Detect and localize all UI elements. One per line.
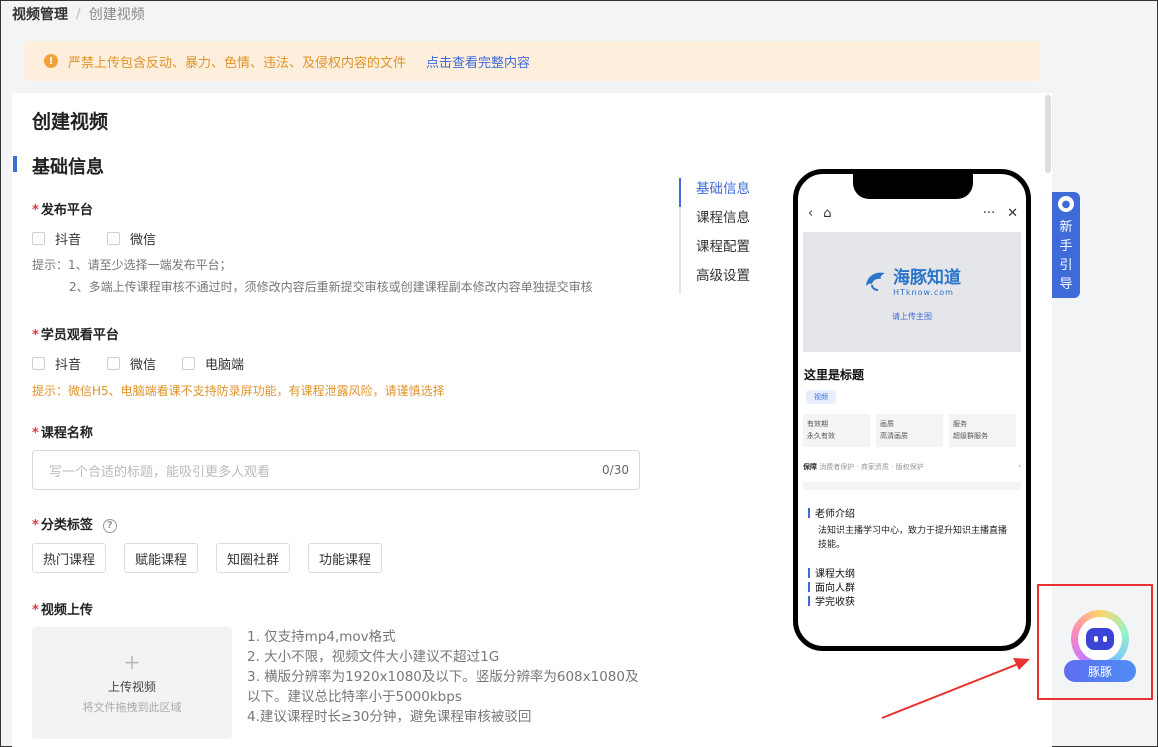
watch-option-douyin[interactable]: 抖音 bbox=[32, 354, 81, 373]
tag-feature[interactable]: 功能课程 bbox=[308, 543, 383, 573]
phone-section-audience: 面向人群 bbox=[808, 579, 855, 594]
notice-link[interactable]: 点击查看完整内容 bbox=[426, 52, 530, 71]
newbie-guide-button[interactable]: ● 新手引导 bbox=[1052, 192, 1080, 298]
category-label: * 分类标签? bbox=[32, 514, 117, 533]
phone-info-boxes: 有效期 永久有效 画质 高清画质 服务 超级群服务 bbox=[803, 414, 1016, 447]
phone-chip: 视频 bbox=[806, 390, 836, 404]
breadcrumb: 视频管理 / 创建视频 bbox=[12, 4, 145, 24]
course-name-input[interactable]: 写一个合适的标题，能吸引更多人观看 0/30 bbox=[32, 450, 640, 490]
help-icon[interactable]: ? bbox=[102, 518, 117, 533]
publish-hint: 提示：1、请至少选择一端发布平台； 2、多端上传课程审核不通过时，须修改内容后重… bbox=[32, 258, 593, 294]
checkbox[interactable] bbox=[32, 357, 45, 370]
publish-platform-label: * 发布平台 bbox=[32, 203, 93, 218]
phone-nav: ‹ ⌂ ··· ✕ bbox=[808, 206, 1018, 221]
checkbox[interactable] bbox=[107, 232, 121, 245]
video-upload-label: * 视频上传 bbox=[32, 603, 93, 618]
checkbox[interactable] bbox=[182, 357, 196, 370]
notice-text: 严禁上传包含反动、暴力、色情、违法、及侵权内容的文件 bbox=[68, 55, 407, 71]
publish-option-douyin[interactable]: 抖音 bbox=[32, 229, 81, 248]
anchor-course-info[interactable]: 课程信息 bbox=[681, 207, 750, 236]
dolphin-icon bbox=[866, 272, 885, 291]
breadcrumb-parent[interactable]: 视频管理 bbox=[12, 4, 68, 24]
publish-platform-options: 抖音 微信 bbox=[32, 229, 182, 248]
guide-avatar-icon: ● bbox=[1058, 196, 1074, 212]
phone-preview: ‹ ⌂ ··· ✕ 海豚知道 HTknow.com 请上传主图 这里是标题 视频… bbox=[793, 169, 1031, 651]
guide-text: 新手引导 bbox=[1059, 220, 1073, 292]
tag-empower[interactable]: 赋能课程 bbox=[124, 543, 199, 573]
anchor-basic-info[interactable]: 基础信息 bbox=[679, 178, 750, 207]
watch-option-wechat[interactable]: 微信 bbox=[107, 354, 156, 373]
breadcrumb-current: 创建视频 bbox=[88, 7, 145, 23]
more-icon: ··· bbox=[982, 206, 996, 221]
anchor-advanced[interactable]: 高级设置 bbox=[681, 265, 750, 294]
phone-title: 这里是标题 bbox=[804, 368, 865, 382]
phone-teacher-title: 老师介绍 bbox=[808, 505, 855, 520]
phone-section-outline: 课程大纲 bbox=[808, 565, 855, 580]
phone-guarantee: 保障 消费者保护 · 商家资质 · 版权保护 › bbox=[803, 462, 1021, 471]
logo: 海豚知道 HTknow.com bbox=[863, 263, 961, 297]
watch-platform-options: 抖音 微信 电脑端 bbox=[32, 354, 270, 373]
publish-option-wechat[interactable]: 微信 bbox=[107, 229, 156, 248]
phone-box-quality: 画质 高清画质 bbox=[876, 414, 943, 447]
tag-community[interactable]: 知圈社群 bbox=[216, 543, 291, 573]
phone-teacher-text: 法知识主播学习中心，致力于提升知识主播直播技能。 bbox=[818, 526, 1008, 550]
home-icon: ⌂ bbox=[823, 206, 832, 221]
phone-divider bbox=[803, 482, 1021, 490]
page-title: 创建视频 bbox=[32, 111, 109, 133]
section-title: 基础信息 bbox=[32, 157, 104, 178]
upload-drop-hint: 将文件拖拽到此区域 bbox=[82, 700, 182, 714]
warning-notice: ! 严禁上传包含反动、暴力、色情、违法、及侵权内容的文件 点击查看完整内容 bbox=[24, 41, 1040, 81]
phone-notch bbox=[853, 174, 973, 199]
anchor-course-config[interactable]: 课程配置 bbox=[681, 236, 750, 265]
upload-dropzone[interactable]: + 上传视频 将文件拖拽到此区域 bbox=[32, 627, 232, 739]
back-icon: ‹ bbox=[808, 206, 814, 221]
phone-section-gains: 学完收获 bbox=[808, 593, 855, 608]
plus-icon: + bbox=[123, 649, 141, 674]
scrollbar[interactable] bbox=[1045, 95, 1051, 173]
checkbox[interactable] bbox=[107, 357, 121, 370]
breadcrumb-separator: / bbox=[76, 6, 81, 22]
chevron-right-icon: › bbox=[1018, 462, 1021, 470]
phone-upload-hint: 请上传主图 bbox=[892, 311, 932, 321]
category-tags: 热门课程 赋能课程 知圈社群 功能课程 bbox=[32, 543, 383, 573]
section-marker bbox=[13, 156, 17, 172]
anchor-nav: 基础信息 课程信息 课程配置 高级设置 bbox=[679, 178, 750, 294]
watch-option-pc[interactable]: 电脑端 bbox=[182, 354, 244, 373]
course-name-placeholder: 写一个合适的标题，能吸引更多人观看 bbox=[49, 464, 271, 480]
warning-icon: ! bbox=[44, 54, 58, 68]
assistant-label[interactable]: 豚豚 bbox=[1064, 660, 1136, 682]
phone-box-validity: 有效期 永久有效 bbox=[803, 414, 870, 447]
close-icon: ✕ bbox=[1007, 206, 1018, 221]
checkbox[interactable] bbox=[32, 232, 45, 245]
phone-banner: 海豚知道 HTknow.com 请上传主图 bbox=[803, 232, 1021, 352]
watch-platform-label: * 学员观看平台 bbox=[32, 328, 119, 343]
upload-requirements: 1. 仅支持mp4,mov格式 2. 大小不限，视频文件大小建议不超过1G 3.… bbox=[247, 629, 639, 725]
phone-box-service: 服务 超级群服务 bbox=[949, 414, 1016, 447]
course-name-label: * 课程名称 bbox=[32, 426, 93, 441]
char-count: 0/30 bbox=[602, 463, 629, 477]
upload-button-label: 上传视频 bbox=[107, 679, 156, 694]
tag-hot[interactable]: 热门课程 bbox=[32, 543, 107, 573]
watch-warning: 提示：微信H5、电脑端看课不支持防录屏功能，有课程泄露风险，请谨慎选择 bbox=[32, 384, 445, 398]
